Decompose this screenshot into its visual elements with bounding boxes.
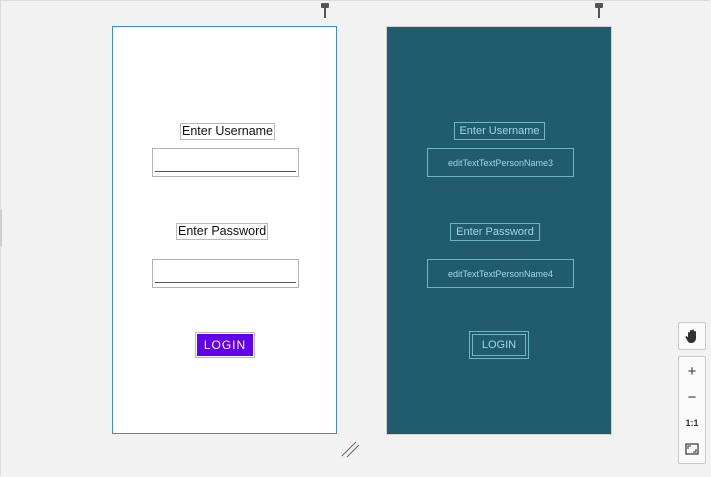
blueprint-password-input[interactable]: editTextTextPersonName4 xyxy=(427,259,574,288)
username-label[interactable]: Enter Username xyxy=(180,123,276,140)
hand-icon[interactable] xyxy=(679,324,705,348)
blueprint-password-label[interactable]: Enter Password xyxy=(450,223,540,241)
zoom-in-button[interactable]: + xyxy=(679,359,705,383)
zoom-out-button[interactable]: − xyxy=(679,385,705,409)
design-view[interactable]: Enter Username Enter Password LOGIN xyxy=(112,26,337,434)
actual-size-button[interactable]: 1:1 xyxy=(679,411,705,435)
username-input[interactable] xyxy=(152,148,299,177)
blueprint-username-input[interactable]: editTextTextPersonName3 xyxy=(427,148,574,177)
pin-icon[interactable] xyxy=(594,3,604,19)
pin-icon[interactable] xyxy=(320,3,330,19)
canvas-edge-marker xyxy=(0,210,2,246)
blueprint-login-label: LOGIN xyxy=(472,334,526,356)
fit-screen-icon[interactable] xyxy=(679,437,705,461)
resize-handle-icon[interactable] xyxy=(340,440,360,458)
blueprint-username-label[interactable]: Enter Username xyxy=(454,122,545,140)
zoom-toolbar: + − 1:1 xyxy=(678,356,706,464)
pan-tool[interactable] xyxy=(678,322,706,350)
login-button-label: LOGIN xyxy=(197,334,253,356)
blueprint-login-button[interactable]: LOGIN xyxy=(469,331,529,359)
input-underline xyxy=(155,171,296,172)
blueprint-view[interactable]: Enter Username editTextTextPersonName3 E… xyxy=(386,26,612,435)
input-underline xyxy=(155,282,296,283)
password-input[interactable] xyxy=(152,259,299,288)
password-label[interactable]: Enter Password xyxy=(176,223,269,240)
login-button[interactable]: LOGIN xyxy=(195,332,255,358)
